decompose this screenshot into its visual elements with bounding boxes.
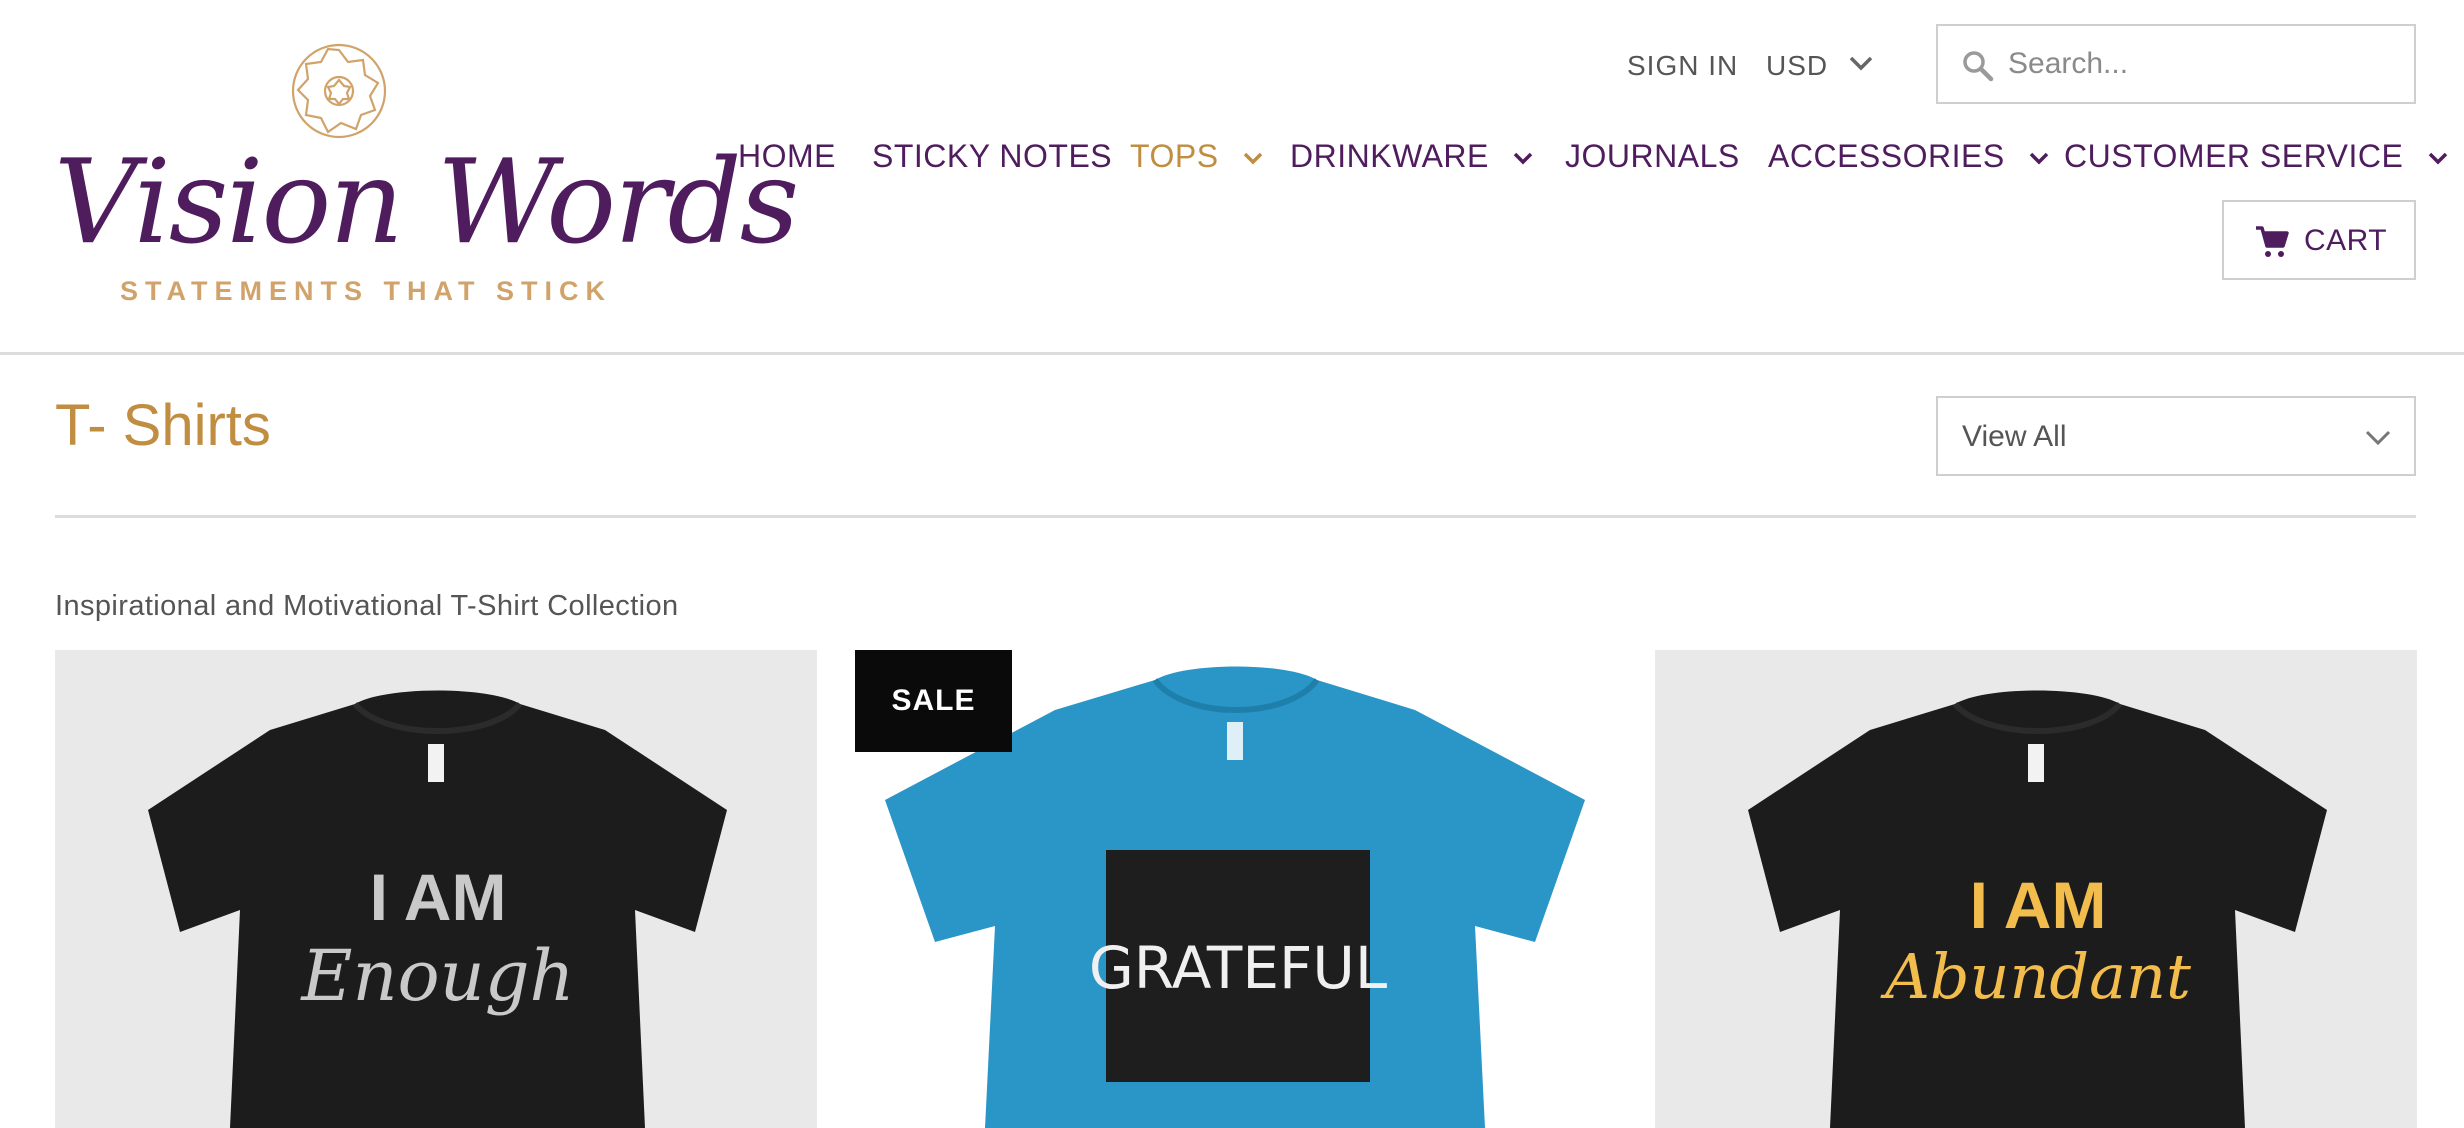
logo-tagline: STATEMENTS THAT STICK [120, 276, 612, 306]
nav-item-drinkware[interactable]: DRINKWARE [1290, 138, 1534, 175]
shirt-print-line1: I AM [370, 860, 507, 934]
nav-item-home[interactable]: HOME [738, 138, 836, 175]
shirt-print-line1: I AM [1970, 868, 2107, 942]
sign-in-link[interactable]: SIGN IN [1627, 50, 1738, 82]
divider [55, 515, 2416, 518]
chevron-down-icon [2365, 430, 2391, 446]
nav-item-tops[interactable]: TOPS [1130, 138, 1264, 175]
product-card-i-am-abundant[interactable]: I AM Abundant [1655, 650, 2417, 1128]
shirt-print-line2: Abundant [1880, 940, 2191, 1013]
nav-item-label: JOURNALS [1565, 138, 1740, 174]
search-input[interactable] [2008, 28, 2398, 100]
nav-item-label: ACCESSORIES [1768, 138, 2005, 174]
product-image: I AM Enough [148, 690, 727, 1128]
chevron-down-icon[interactable] [1848, 54, 1874, 74]
site-logo[interactable]: Vision Words STATEMENTS THAT STICK [54, 38, 799, 308]
cart-button[interactable]: CART [2222, 200, 2416, 280]
sale-badge: SALE [855, 650, 1012, 752]
nav-item-label: HOME [738, 138, 836, 174]
chevron-down-icon [1243, 152, 1263, 165]
search-icon [1963, 51, 1994, 82]
nav-item-sticky-notes[interactable]: STICKY NOTES [872, 138, 1112, 175]
cart-icon [2256, 226, 2289, 257]
nav-item-journals[interactable]: JOURNALS [1565, 138, 1740, 175]
search-box[interactable] [1936, 24, 2416, 104]
nav-item-label: TOPS [1130, 138, 1219, 174]
chevron-down-icon [2428, 152, 2447, 165]
product-card-i-am-enough[interactable]: I AM Enough [55, 650, 817, 1128]
site-header: Vision Words STATEMENTS THAT STICK SIGN … [0, 0, 2464, 355]
nav-item-label: STICKY NOTES [872, 138, 1113, 174]
chevron-down-icon [1514, 152, 1533, 165]
logo-wordmark: Vision Words [54, 135, 799, 270]
page-title: T- Shirts [55, 393, 271, 458]
nav-item-label: CUSTOMER SERVICE [2064, 138, 2404, 174]
product-image: I AM Abundant [1748, 690, 2327, 1128]
chevron-down-icon [2029, 152, 2049, 165]
view-all-select[interactable]: View All [1936, 396, 2416, 476]
logo-emblem-icon [291, 43, 387, 139]
shirt-print-line1: GRATEFUL [1089, 934, 1387, 1002]
collection-description: Inspirational and Motivational T-Shirt C… [55, 590, 679, 622]
shirt-print-line2: Enough [299, 935, 574, 1017]
currency-selector[interactable]: USD [1766, 50, 1828, 82]
nav-item-customer-service[interactable]: CUSTOMER SERVICE [2064, 138, 2449, 175]
view-select-value: View All [1962, 420, 2067, 453]
cart-label: CART [2304, 224, 2388, 257]
nav-item-accessories[interactable]: ACCESSORIES [1768, 138, 2050, 175]
nav-item-label: DRINKWARE [1290, 138, 1489, 174]
